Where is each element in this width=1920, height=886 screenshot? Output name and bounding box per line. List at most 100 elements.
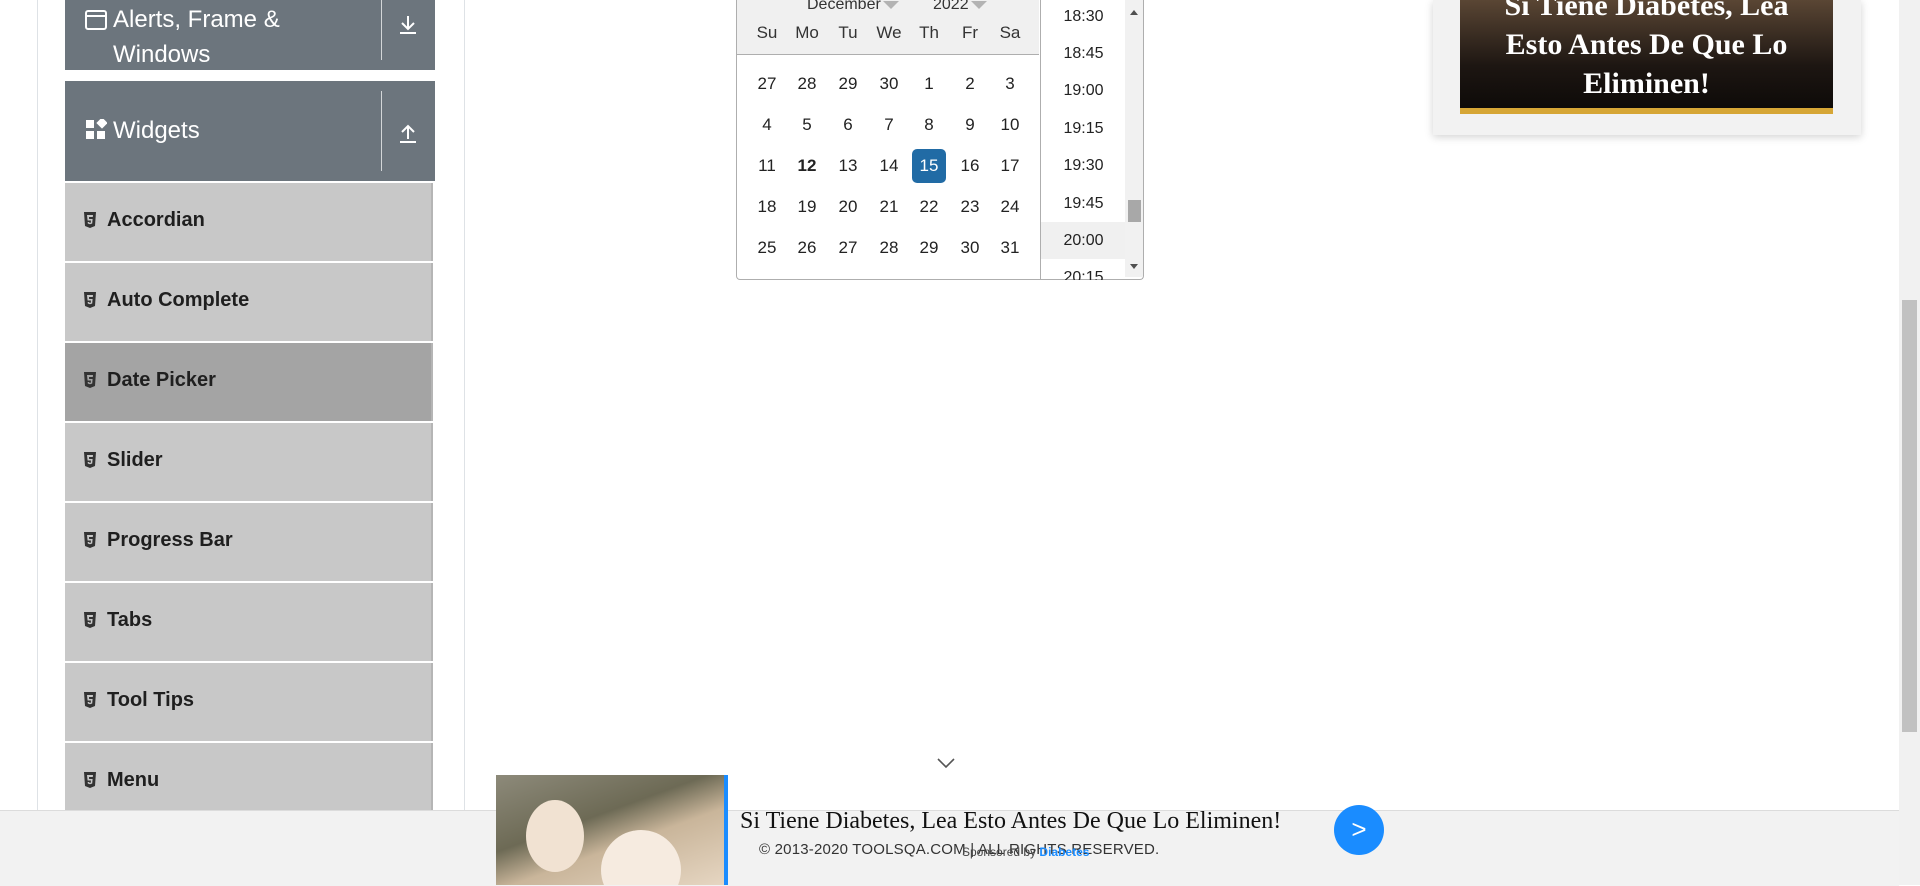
calendar-day[interactable]: 14 [872,149,906,183]
menu-item-label: Accordian [107,209,205,231]
sidebar-left-border [37,0,38,810]
group-title-widgets: Widgets [85,113,200,148]
time-option[interactable]: 19:15 [1041,110,1126,147]
day-name: Tu [838,23,858,42]
day-name: Fr [961,23,979,42]
group-title-alerts: Alerts, Frame & Windows [85,2,280,72]
chevron-down-icon [970,0,987,9]
calendar-day[interactable]: 5 [790,108,824,142]
calendar-day[interactable]: 9 [953,108,987,142]
menu-item-tool-tips[interactable]: Tool Tips [65,663,433,741]
calendar-day[interactable]: 10 [993,108,1027,142]
calendar-day[interactable]: 19 [790,190,824,224]
calendar-day[interactable]: 28 [790,67,824,101]
scroll-down-arrow-icon[interactable] [1130,264,1138,269]
html5-icon [84,532,96,548]
calendar-day[interactable]: 21 [872,190,906,224]
calendar-day[interactable]: 8 [912,108,946,142]
egg-shape [526,800,584,872]
calendar-day[interactable]: 20 [831,190,865,224]
footer-copyright: © 2013-2020 TOOLSQA.COM | ALL RIGHTS RES… [759,841,1160,858]
time-option[interactable]: 20:15 [1041,259,1126,280]
calendar-day[interactable]: 3 [993,67,1027,101]
calendar-day[interactable]: 28 [872,231,906,265]
bottom-ad-accent-bar [724,775,728,885]
calendar-day[interactable]: 27 [750,67,784,101]
calendar-day[interactable]: 29 [912,231,946,265]
group-title-alerts-line1: Alerts, Frame & [113,6,280,33]
month-select-value: December [807,0,881,13]
day-name: Mo [795,23,819,42]
time-option-highlighted[interactable]: 20:00 [1041,222,1126,259]
calendar-day[interactable]: 22 [912,190,946,224]
sponsored-brand[interactable]: Diabetes [1039,845,1089,859]
calendar-day[interactable]: 7 [872,108,906,142]
group-header-alerts[interactable]: Alerts, Frame & Windows [65,0,435,70]
menu-item-progress-bar[interactable]: Progress Bar [65,503,433,581]
calendar-day[interactable]: 1 [912,67,946,101]
html5-icon [84,692,96,708]
calendar-day[interactable]: 30 [953,231,987,265]
upload-icon[interactable] [393,119,423,149]
download-icon[interactable] [393,10,423,40]
time-option[interactable]: 19:30 [1041,147,1126,184]
bottom-ad-headline[interactable]: Si Tiene Diabetes, Lea Esto Antes De Que… [740,808,1281,835]
calendar-day[interactable]: 29 [831,67,865,101]
calendar-day[interactable]: 12 [790,149,824,183]
calendar-day[interactable]: 24 [993,190,1027,224]
time-option[interactable]: 18:45 [1041,35,1126,72]
year-select[interactable]: 2022 [933,0,987,14]
day-name: Su [756,23,778,42]
group-divider [381,91,382,171]
egg-shape [601,830,681,885]
day-name: Sa [999,23,1021,42]
menu-item-label: Tabs [107,609,153,631]
menu-item-label: Tool Tips [107,689,195,711]
ad-accent-bar [1460,108,1833,114]
calendar-day[interactable]: 23 [953,190,987,224]
calendar-day-selected[interactable]: 15 [912,149,946,183]
calendar-day[interactable]: 16 [953,149,987,183]
time-option[interactable]: 19:00 [1041,72,1126,109]
calendar-day[interactable]: 31 [993,231,1027,265]
calendar-day[interactable]: 2 [953,67,987,101]
calendar-day[interactable]: 13 [831,149,865,183]
sponsored-prefix: Sponsored by [962,845,1037,859]
menu-item-date-picker[interactable]: Date Picker [65,343,433,421]
calendar-day[interactable]: 27 [831,231,865,265]
ad-headline-line3: Eliminen! [1583,67,1710,100]
calendar-day[interactable]: 4 [750,108,784,142]
time-option[interactable]: 18:30 [1041,0,1126,35]
sponsored-label: Sponsored by Diabetes [962,845,1089,859]
menu-item-slider[interactable]: Slider [65,423,433,501]
menu-item-label: Progress Bar [107,529,233,551]
menu-item-accordian[interactable]: Accordian [65,183,433,261]
ad-headline[interactable]: Si Tiene Diabetes, Lea Esto Antes De Que… [1460,0,1833,103]
time-option[interactable]: 19:45 [1041,185,1126,222]
time-list-scrollbar-thumb[interactable] [1128,200,1141,222]
window-icon [85,10,107,30]
group-title-alerts-line2: Windows [113,41,211,68]
menu-item-auto-complete[interactable]: Auto Complete [65,263,433,341]
bottom-ad-image[interactable] [496,775,724,885]
calendar-day[interactable]: 17 [993,149,1027,183]
calendar-header: December 2022 Su Mo Tu We Th Fr Sa [737,0,1039,55]
calendar-day[interactable]: 6 [831,108,865,142]
menu-item-tabs[interactable]: Tabs [65,583,433,661]
day-name: We [876,23,902,42]
page-scrollbar-thumb[interactable] [1902,300,1917,732]
menu-item-label: Date Picker [107,369,216,391]
scroll-up-arrow-icon[interactable] [1130,10,1138,15]
calendar-day[interactable]: 11 [750,149,784,183]
calendar-day[interactable]: 25 [750,231,784,265]
html5-icon [84,292,96,308]
calendar-day[interactable]: 26 [790,231,824,265]
time-list-scrollbar[interactable] [1125,0,1143,277]
chevron-down-icon[interactable] [936,756,956,770]
calendar-day[interactable]: 18 [750,190,784,224]
month-select[interactable]: December [807,0,899,14]
day-name: Th [919,23,939,42]
group-header-widgets[interactable]: Widgets [65,81,435,181]
bottom-ad-next-button[interactable]: > [1334,805,1384,855]
calendar-day[interactable]: 30 [872,67,906,101]
